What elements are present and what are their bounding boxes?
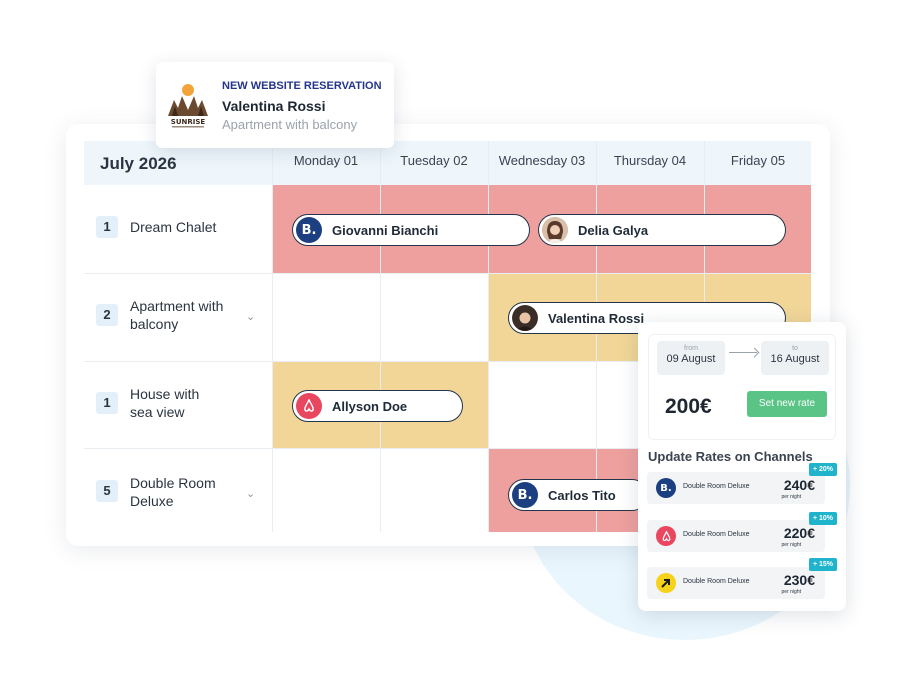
rate-price[interactable]: 200€ [665,395,712,419]
room-name: Double Room Deluxe [130,475,216,509]
svg-text:SUNRISE: SUNRISE [171,118,206,126]
arrow-right-icon [729,352,757,353]
guest-name: Delia Galya [578,222,649,238]
booking-icon: B. [296,217,322,243]
notification-tag: NEW WEBSITE RESERVATION [222,80,382,92]
channel-room: Double Room Deluxe [683,578,750,585]
notification-guest: Valentina Rossi [222,98,326,114]
reservation-notification[interactable]: SUNRISE NEW WEBSITE RESERVATION Valentin… [156,62,394,148]
day-header: Thursday 04 [613,153,687,168]
room-row[interactable]: 1 Dream Chalet [84,185,272,273]
grid-line [272,141,273,532]
channel-room: Double Room Deluxe [683,483,750,490]
booking-icon: B. [656,478,676,498]
grid-line [380,141,381,532]
per-night-label: per night [781,542,801,548]
booking-pill[interactable]: B. Giovanni Bianchi [292,214,530,246]
channel-rate-row[interactable]: Double Room Deluxe 220€ per night [647,520,825,552]
chevron-down-icon[interactable]: ⌄ [246,487,255,500]
guest-name: Valentina Rossi [548,310,645,326]
per-night-label: per night [781,494,801,500]
room-count-badge: 2 [96,304,118,326]
notification-room: Apartment with balcony [222,117,358,132]
grid-line [488,141,489,532]
rate-change-badge: + 10% [809,512,837,525]
rate-panel: from 09 August to 16 August 200€ Set new… [638,322,846,611]
day-header: Friday 05 [730,153,786,168]
day-header: Tuesday 02 [400,153,468,168]
guest-avatar [542,217,568,243]
grid-line [596,141,597,532]
channel-price: 220€ [783,525,815,541]
booking-pill[interactable]: Allyson Doe [292,390,463,422]
guest-name: Giovanni Bianchi [332,222,439,238]
guest-avatar [512,305,538,331]
channel-price: 240€ [783,477,815,493]
day-header: Wednesday 03 [498,153,586,168]
channel-rate-row[interactable]: Double Room Deluxe 230€ per night [647,567,825,599]
expedia-icon [656,573,676,593]
booking-pill[interactable]: B. Carlos Tito [508,479,648,511]
room-count-badge: 1 [96,216,118,238]
channel-rate-row[interactable]: B. Double Room Deluxe 240€ per night [647,472,825,504]
chevron-down-icon[interactable]: ⌄ [246,310,255,323]
airbnb-icon [656,526,676,546]
room-count-badge: 1 [96,392,118,414]
per-night-label: per night [781,589,801,595]
booking-icon: B. [512,482,538,508]
room-name: House with sea view [130,386,200,420]
guest-name: Carlos Tito [548,487,616,503]
airbnb-icon [296,393,322,419]
to-label: to [792,345,798,352]
room-name: Dream Chalet [130,219,217,235]
month-label: July 2026 [100,154,177,173]
day-header: Monday 01 [293,153,359,168]
rate-editor: from 09 August to 16 August 200€ Set new… [648,334,836,440]
from-label: from [684,345,698,352]
channels-title: Update Rates on Channels [648,449,813,464]
room-count-badge: 5 [96,480,118,502]
channel-price: 230€ [783,572,815,588]
room-row[interactable]: 5 Double Room Deluxe ⌄ [84,448,272,532]
room-row[interactable]: 2 Apartment with balcony ⌄ [84,273,272,361]
room-name: Apartment with balcony [130,298,224,332]
rate-change-badge: + 15% [809,558,837,571]
from-date-field[interactable]: from 09 August [657,341,725,375]
to-date: 16 August [770,353,820,365]
guest-name: Allyson Doe [332,398,408,414]
set-new-rate-button[interactable]: Set new rate [747,391,827,417]
from-date: 09 August [666,353,716,365]
booking-pill[interactable]: Delia Galya [538,214,786,246]
room-row[interactable]: 1 House with sea view [84,361,272,448]
sunrise-logo: SUNRISE [166,80,210,130]
rate-change-badge: + 20% [809,463,837,476]
to-date-field[interactable]: to 16 August [761,341,829,375]
channel-room: Double Room Deluxe [683,531,750,538]
